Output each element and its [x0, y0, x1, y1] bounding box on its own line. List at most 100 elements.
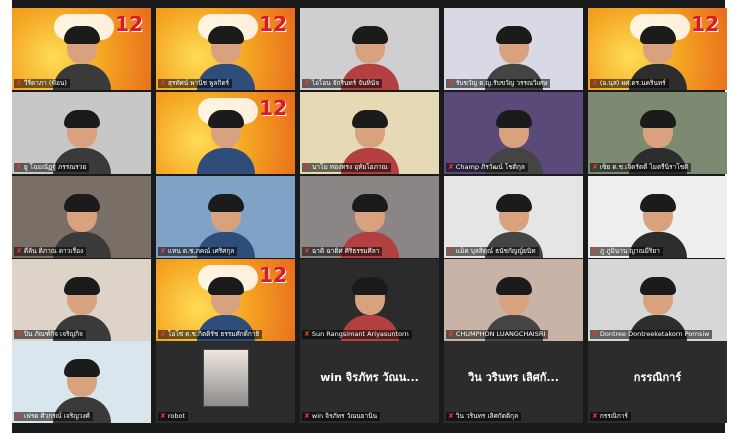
muted-mic-icon: ✘: [16, 163, 22, 171]
muted-mic-icon: ✘: [592, 412, 598, 420]
event-banner-number: 12: [115, 12, 143, 36]
participant-name-label: ✘ ปิน ภัณฑ์กิจ เจริญกิจ: [14, 330, 86, 339]
participant-name: ไอไอน จักรินทร์ จันทินัจ: [311, 79, 380, 87]
event-banner-number: 12: [259, 96, 287, 120]
participant-video: กรรณิการ์: [588, 341, 727, 423]
participant-name: robot: [167, 412, 186, 420]
muted-mic-icon: ✘: [448, 412, 454, 420]
participant-name-label: ✘ แทน ด.ช.ภคณ์ เศริศกุล: [158, 247, 238, 256]
participant-name: นาโม ทองทรง อุทัยโอภาณ: [311, 163, 388, 171]
participant-name-display: win จิรภัทร วัณน...: [320, 371, 419, 384]
muted-mic-icon: ✘: [448, 330, 454, 338]
participant-name: รับขวัญ ด.ญ.รับขวัญ วรรณวิเศษ: [455, 79, 548, 87]
muted-mic-icon: ✘: [592, 330, 598, 338]
participant-name: (อ.นุส) ผศ.ดร.นครินทร์: [599, 79, 666, 87]
muted-mic-icon: ✘: [448, 247, 454, 255]
participant-tile[interactable]: ✘ ดีลัน ดิภาณ ดาวเรือง: [12, 176, 151, 258]
participant-video: [156, 176, 295, 258]
muted-mic-icon: ✘: [592, 163, 598, 171]
muted-mic-icon: ✘: [160, 79, 166, 87]
event-banner-number: 12: [259, 12, 287, 36]
participant-tile[interactable]: ✘ ปิน ภัณฑ์กิจ เจริญกิจ: [12, 259, 151, 341]
participant-tile[interactable]: 12 ✘ สุรทัศน์ พานิช พูลกิตร์: [156, 8, 295, 90]
participant-tile[interactable]: ✘ Champ ภิรวัฒน์ โชติกุล: [444, 92, 583, 174]
participant-name: สุรทัศน์ พานิช พูลกิตร์: [167, 79, 230, 87]
participant-video: [300, 8, 439, 90]
participant-video: [444, 8, 583, 90]
participant-name-label: ✘ วีรีดาภา (ฟ้อน): [14, 79, 70, 88]
participant-tile[interactable]: ✘ Dontree Dontreeketakorn Pornsiw: [588, 259, 727, 341]
participant-video: 12: [156, 259, 295, 341]
participant-tile[interactable]: ✘ เซ็ย ด.ช.เจิดรัตติ์ ไมตรีนิราโชติ: [588, 92, 727, 174]
participant-video: 12: [156, 92, 295, 174]
event-banner-number: 12: [691, 12, 719, 36]
participant-name-display: วิน วรินทร เลิศกั...: [468, 371, 559, 384]
participant-name: เซ็ย ด.ช.เจิดรัตติ์ ไมตรีนิราโชติ: [599, 163, 689, 171]
participant-name: เฟรด ศิวกรณ์ เจริญวงศ์: [23, 412, 90, 420]
participant-tile[interactable]: 12 ✘ วีรีดาภา (ฟ้อน): [12, 8, 151, 90]
participant-video: [12, 341, 151, 423]
participant-tile[interactable]: ✘ Sun Rangsimant Ariyasuntorn: [300, 259, 439, 341]
muted-mic-icon: ✘: [16, 412, 22, 420]
participant-video: [300, 259, 439, 341]
participant-name: win จิรภัทร วัณนยานิน: [311, 412, 378, 420]
participant-tile[interactable]: ✘ robot: [156, 341, 295, 423]
participant-name-label: ✘ ดีลัน ดิภาณ ดาวเรือง: [14, 247, 87, 256]
participant-video: [12, 92, 151, 174]
muted-mic-icon: ✘: [160, 412, 166, 420]
muted-mic-icon: ✘: [304, 247, 310, 255]
participant-name: ดีลัน ดิภาณ ดาวเรือง: [23, 247, 84, 255]
participant-name-label: ✘ ไอไอน จักรินทร์ จันทินัจ: [302, 79, 383, 88]
participant-tile[interactable]: ✘ CHUMPHON LUANGCHAISRI: [444, 259, 583, 341]
participant-tile[interactable]: ✘ ไอไอน จักรินทร์ จันทินัจ: [300, 8, 439, 90]
participant-video: [588, 92, 727, 174]
participant-name-label: ✘ แม็ค บุลสิตุณ์ ธนัชกัญญ์ยนิท: [446, 247, 539, 256]
participant-name: แทน ด.ช.ภคณ์ เศริศกุล: [167, 247, 235, 255]
participant-video: [588, 259, 727, 341]
participant-tile[interactable]: win จิรภัทร วัณน... ✘ win จิรภัทร วัณนยานิ…: [300, 341, 439, 423]
participant-tile[interactable]: ✘ นาโม ทองทรง อุทัยโอภาณ: [300, 92, 439, 174]
participant-name-label: ✘ ฉาดิ ฉาดิศ ศิริธรรมศิลา: [302, 247, 383, 256]
participant-video: 12: [588, 8, 727, 90]
participant-video: [156, 341, 295, 423]
participant-video: วิน วรินทร เลิศกั...: [444, 341, 583, 423]
participant-tile[interactable]: ✘ เฟรด ศิวกรณ์ เจริญวงศ์: [12, 341, 151, 423]
participant-tile[interactable]: 12 ✘ โอโซ่ ด.ช.กิตติรัช ธรรมศักดิ์กาธิ: [156, 259, 295, 341]
muted-mic-icon: ✘: [304, 163, 310, 171]
participant-video: [588, 176, 727, 258]
muted-mic-icon: ✘: [304, 412, 310, 420]
participant-name-label: ✘ สุรทัศน์ พานิช พูลกิตร์: [158, 79, 233, 88]
participant-name: วีรีดาภา (ฟ้อน): [23, 79, 67, 87]
participant-name-label: ✘ ยู โฉมณัฏฐ์ ภรรณรวย: [14, 163, 90, 172]
participant-name-label: ✘ win จิรภัทร วัณนยานิน: [302, 412, 381, 421]
participant-name: ยู โฉมณัฏฐ์ ภรรณรวย: [23, 163, 87, 171]
participant-tile[interactable]: ✘ รับขวัญ ด.ญ.รับขวัญ วรรณวิเศษ: [444, 8, 583, 90]
participant-tile[interactable]: 12 ✘ (อ.นุส) ผศ.ดร.นครินทร์: [588, 8, 727, 90]
participant-video: [12, 259, 151, 341]
participant-video: 12: [12, 8, 151, 90]
muted-mic-icon: ✘: [448, 79, 454, 87]
participant-name: ฉาดิ ฉาดิศ ศิริธรรมศิลา: [311, 247, 380, 255]
participant-tile[interactable]: วิน วรินทร เลิศกั... ✘ วิน วรินทร เลิศกัตต…: [444, 341, 583, 423]
muted-mic-icon: ✘: [592, 247, 598, 255]
participant-tile[interactable]: 12: [156, 92, 295, 174]
muted-mic-icon: ✘: [16, 79, 22, 87]
participant-name: โอโซ่ ด.ช.กิตติรัช ธรรมศักดิ์กาธิ: [167, 330, 260, 338]
participant-gallery: 12 ✘ วีรีดาภา (ฟ้อน) 12 ✘ สุรทัศน์ พานิช พูลก…: [12, 8, 727, 423]
muted-mic-icon: ✘: [304, 330, 310, 338]
participant-tile[interactable]: ✘ ฉาดิ ฉาดิศ ศิริธรรมศิลา: [300, 176, 439, 258]
participant-tile[interactable]: ✘ แม็ค บุลสิตุณ์ ธนัชกัญญ์ยนิท: [444, 176, 583, 258]
participant-name-label: ✘ เซ็ย ด.ช.เจิดรัตติ์ ไมตรีนิราโชติ: [590, 163, 692, 172]
participant-tile[interactable]: ✘ ยู โฉมณัฏฐ์ ภรรณรวย: [12, 92, 151, 174]
participant-video: [444, 259, 583, 341]
participant-name: ภู ภูมินาน ญาณมีริยา: [599, 247, 660, 255]
muted-mic-icon: ✘: [160, 330, 166, 338]
participant-name: Champ ภิรวัฒน์ โชติกุล: [455, 163, 525, 171]
participant-tile[interactable]: กรรณิการ์ ✘ กรรณิการ์: [588, 341, 727, 423]
participant-video: [300, 92, 439, 174]
participant-name: Dontree Dontreeketakorn Pornsiw: [599, 330, 710, 338]
participant-tile[interactable]: ✘ แทน ด.ช.ภคณ์ เศริศกุล: [156, 176, 295, 258]
participant-name-label: ✘ โอโซ่ ด.ช.กิตติรัช ธรรมศักดิ์กาธิ: [158, 330, 263, 339]
participant-name: วิน วรินทร เลิศกัตติกุล: [455, 412, 519, 420]
participant-tile[interactable]: ✘ ภู ภูมินาน ญาณมีริยา: [588, 176, 727, 258]
